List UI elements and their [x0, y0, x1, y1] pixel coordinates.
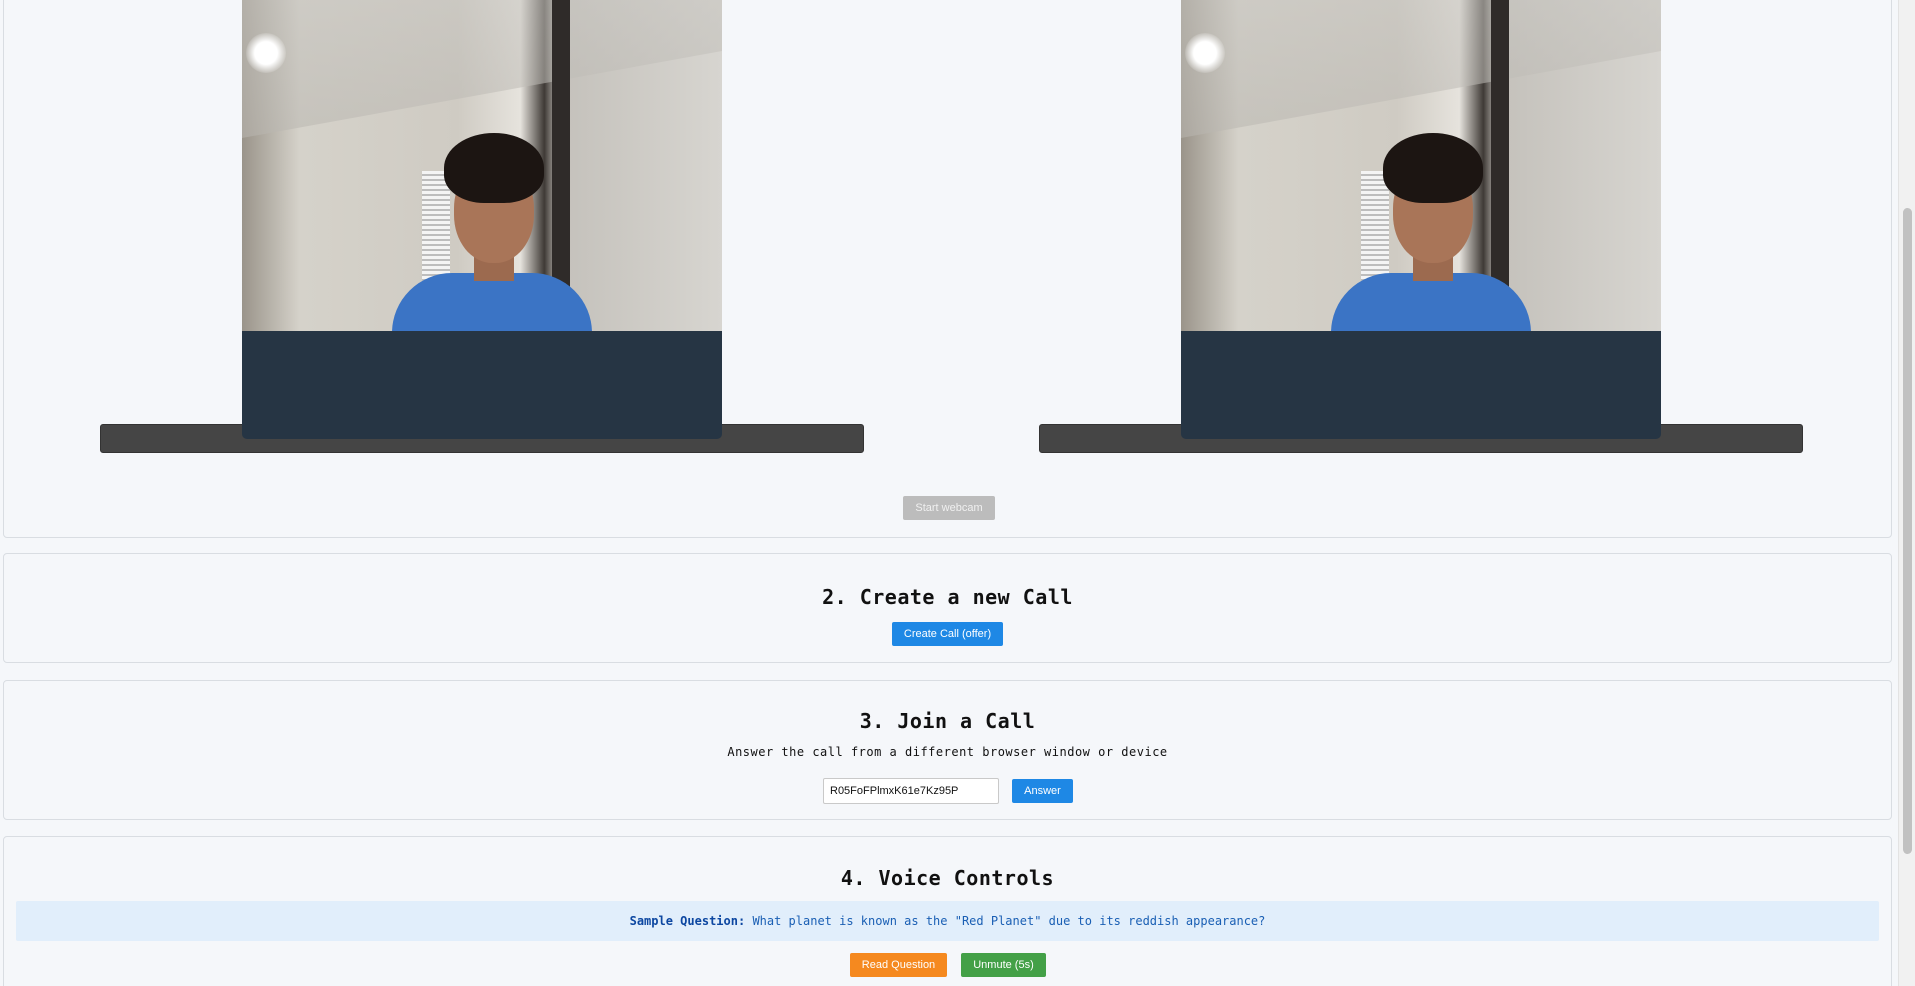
sample-question-box: Sample Question: What planet is known as… [16, 901, 1879, 941]
page: Start webcam 2. Create a new Call Create… [0, 0, 1898, 986]
create-call-button[interactable]: Create Call (offer) [892, 622, 1003, 646]
voice-controls-heading: 4. Voice Controls [840, 866, 1055, 890]
page-scrollbar[interactable] [1898, 0, 1915, 986]
unmute-button[interactable]: Unmute (5s) [961, 953, 1046, 977]
answer-button[interactable]: Answer [1012, 779, 1073, 803]
create-call-heading: 2. Create a new Call [822, 585, 1073, 609]
read-question-button[interactable]: Read Question [850, 953, 947, 977]
call-id-input[interactable] [823, 778, 999, 804]
create-call-section: 2. Create a new Call Create Call (offer) [3, 553, 1892, 663]
remote-video-feed [1181, 0, 1661, 331]
person [392, 133, 592, 331]
remote-video [1181, 0, 1661, 439]
local-video [242, 0, 722, 439]
join-call-subtitle: Answer the call from a different browser… [727, 745, 1168, 759]
join-call-heading: 3. Join a Call [859, 709, 1036, 733]
scrollbar-thumb[interactable] [1903, 208, 1912, 854]
sample-question-text: What planet is known as the "Red Planet"… [752, 914, 1266, 928]
join-call-section: 3. Join a Call Answer the call from a di… [3, 680, 1892, 820]
sample-question-label: Sample Question: [629, 914, 746, 928]
start-webcam-button[interactable]: Start webcam [903, 496, 995, 520]
voice-controls-section: 4. Voice Controls Sample Question: What … [3, 836, 1892, 986]
local-video-feed [242, 0, 722, 331]
webcam-section: Start webcam [3, 0, 1892, 538]
person [1331, 133, 1531, 331]
